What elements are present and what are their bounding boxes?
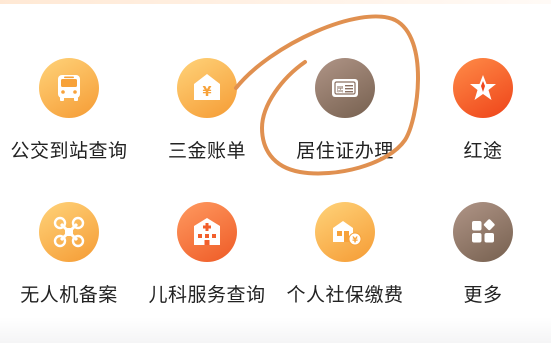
service-label: 个人社保缴费 [286, 284, 404, 306]
yuan-house-icon: ¥ [177, 58, 237, 118]
drone-icon [39, 202, 99, 262]
service-label: 更多 [463, 284, 503, 306]
svg-text:居: 居 [337, 86, 344, 94]
service-drone-registration[interactable]: 无人机备案 [0, 202, 138, 332]
svg-text:¥: ¥ [352, 236, 358, 245]
residence-card-icon: 居 [315, 58, 375, 118]
svg-text:¥: ¥ [202, 85, 211, 100]
service-label: 三金账单 [167, 140, 246, 162]
social-security-icon: ¥ [315, 202, 375, 262]
service-residence-permit[interactable]: 居 居住证办理 [276, 58, 414, 188]
service-label: 红途 [463, 140, 503, 162]
service-label: 无人机备案 [20, 284, 118, 306]
red-star-icon [453, 58, 513, 118]
service-hongtu[interactable]: 红途 [414, 58, 551, 188]
service-label: 公交到站查询 [10, 140, 128, 162]
service-label: 儿科服务查询 [148, 284, 266, 306]
bus-icon [39, 58, 99, 118]
service-grid: 公交到站查询 ¥ 三金账单 居 居住证办理 红途 无人机备案 儿科服务查询 ¥ … [0, 0, 551, 343]
service-pediatrics[interactable]: 儿科服务查询 [138, 202, 276, 332]
service-bills[interactable]: ¥ 三金账单 [138, 58, 276, 188]
service-label: 居住证办理 [296, 140, 394, 162]
service-bus-arrival[interactable]: 公交到站查询 [0, 58, 138, 188]
service-social-insurance-payment[interactable]: ¥ 个人社保缴费 [276, 202, 414, 332]
hospital-icon [177, 202, 237, 262]
bottom-fade [0, 317, 551, 343]
service-more[interactable]: 更多 [414, 202, 551, 332]
more-grid-icon [453, 202, 513, 262]
